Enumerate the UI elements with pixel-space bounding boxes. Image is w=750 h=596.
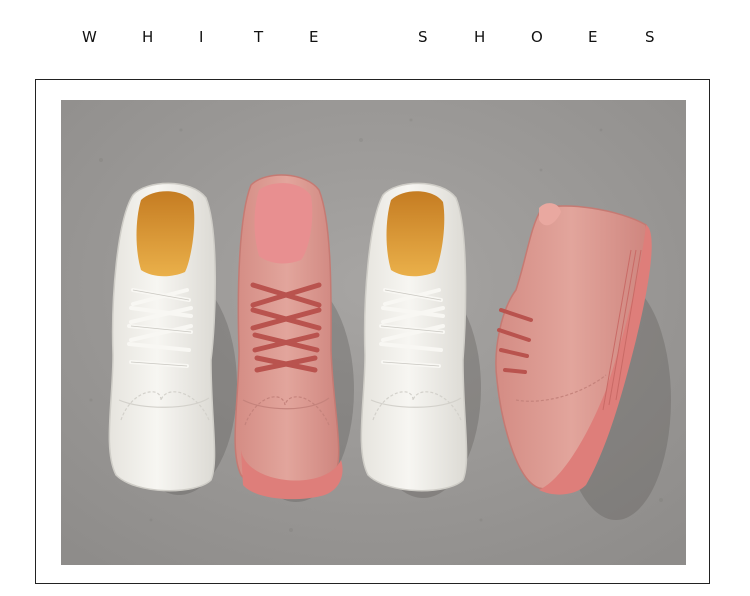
product-photo bbox=[61, 100, 686, 565]
title-letter: H bbox=[474, 28, 486, 46]
title-letter: O bbox=[531, 28, 543, 46]
title-letter: S bbox=[645, 28, 655, 46]
shoes-illustration bbox=[61, 100, 686, 565]
page-title: W H I T E S H O E S bbox=[0, 28, 750, 58]
title-letter: E bbox=[309, 28, 319, 46]
pink-shoe-left bbox=[234, 174, 343, 500]
title-letter: W bbox=[82, 28, 97, 46]
white-shoe-left bbox=[108, 182, 217, 492]
title-letter: S bbox=[418, 28, 428, 46]
title-letter: I bbox=[199, 28, 204, 46]
title-letter: T bbox=[254, 28, 264, 46]
title-letter: E bbox=[588, 28, 598, 46]
white-shoe-right bbox=[360, 182, 468, 492]
title-letter: H bbox=[142, 28, 154, 46]
